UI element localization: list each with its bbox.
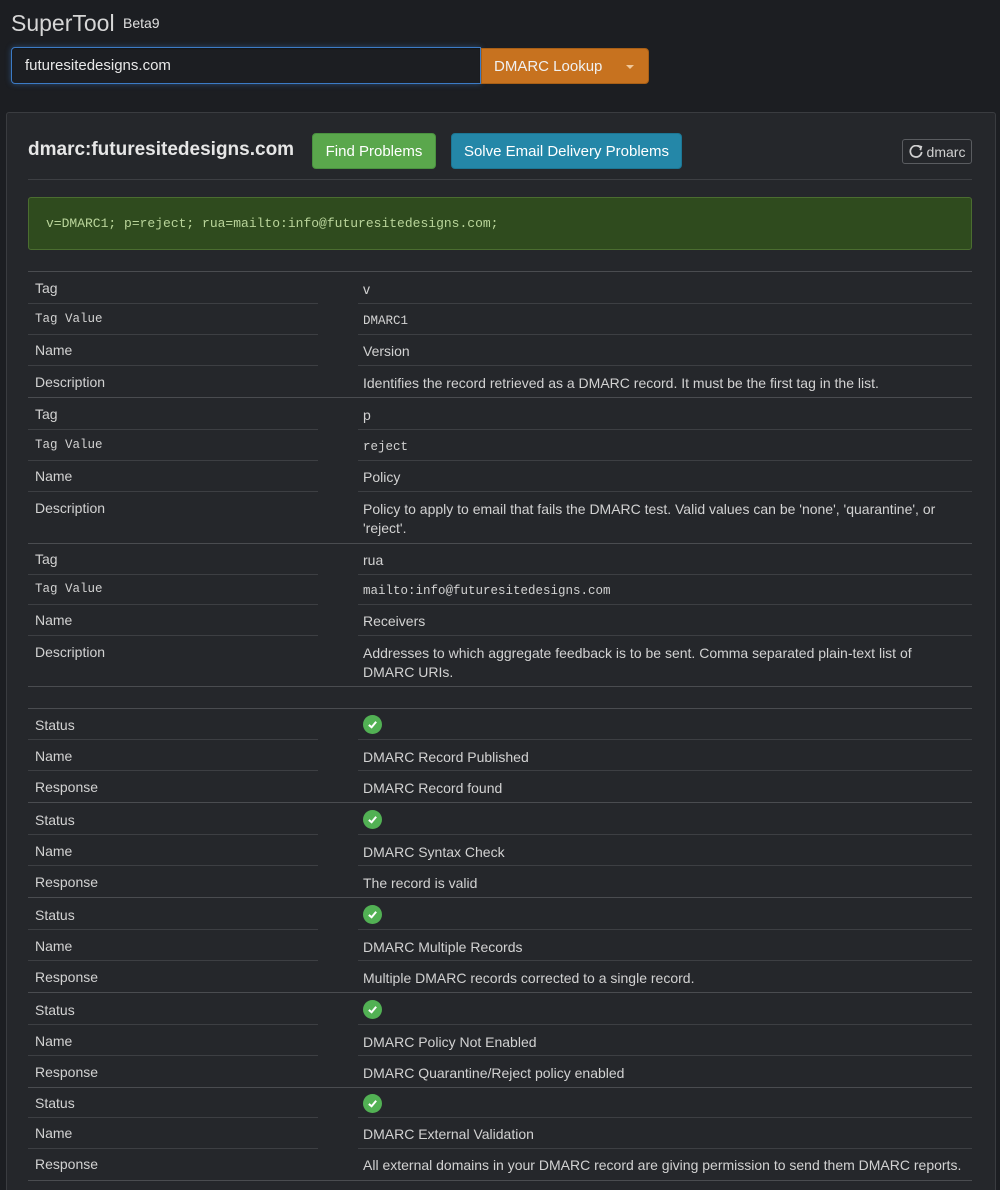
row-value: DMARC Record Published xyxy=(363,749,529,765)
caret-down-icon[interactable] xyxy=(626,65,634,69)
row-value: reject xyxy=(363,440,409,454)
row-key: Name xyxy=(35,342,73,358)
row-key: Response xyxy=(35,969,99,985)
row-key: Status xyxy=(35,812,75,828)
solve-email-delivery-button[interactable]: Solve Email Delivery Problems xyxy=(451,133,682,169)
row-key: Status xyxy=(35,717,75,733)
row-value: DMARC External Validation xyxy=(363,1126,534,1142)
dmarc-lookup-button[interactable]: DMARC Lookup xyxy=(481,48,649,84)
divider xyxy=(28,271,972,272)
row-key: Tag Value xyxy=(35,438,103,452)
refresh-label: dmarc xyxy=(926,143,966,160)
row-value: p xyxy=(363,407,371,423)
row-key: Description xyxy=(35,374,106,390)
row-value: Version xyxy=(363,343,410,359)
find-problems-button[interactable]: Find Problems xyxy=(312,133,436,169)
row-key: Name xyxy=(35,748,73,764)
row-value: v xyxy=(363,281,370,297)
check-circle-icon xyxy=(363,1000,382,1019)
row-key: Tag xyxy=(35,406,58,422)
row-key: Tag xyxy=(35,280,58,296)
check-circle-icon xyxy=(363,1094,382,1113)
divider xyxy=(28,179,972,180)
dmarc-record: v=DMARC1; p=reject; rua=mailto:info@futu… xyxy=(28,197,972,250)
row-value: Identifies the record retrieved as a DMA… xyxy=(363,375,879,391)
row-value: mailto:info@futuresitedesigns.com xyxy=(363,584,611,598)
row-key: Response xyxy=(35,1156,99,1172)
row-key: Description xyxy=(35,500,106,516)
refresh-button[interactable]: dmarc xyxy=(902,139,972,164)
dmarc-lookup-label: DMARC Lookup xyxy=(494,57,603,75)
app-badge: Beta9 xyxy=(123,15,160,31)
check-circle-icon xyxy=(363,905,382,924)
row-value: DMARC Record found xyxy=(363,780,503,796)
row-key: Name xyxy=(35,612,73,628)
row-value: Receivers xyxy=(363,613,426,629)
row-value: rua xyxy=(363,552,384,568)
row-key: Name xyxy=(35,1033,73,1049)
row-key: Tag Value xyxy=(35,312,103,326)
row-key: Response xyxy=(35,1064,99,1080)
check-circle-icon xyxy=(363,715,382,734)
row-value: DMARC Syntax Check xyxy=(363,844,505,860)
top-bar: SuperTool Beta9 DMARC Lookup xyxy=(0,0,1000,96)
row-key: Name xyxy=(35,843,73,859)
row-value: DMARC1 xyxy=(363,314,409,328)
row-key: Response xyxy=(35,874,99,890)
row-key: Name xyxy=(35,938,73,954)
row-key: Status xyxy=(35,1095,75,1111)
row-value: Multiple DMARC records corrected to a si… xyxy=(363,970,695,986)
row-value: DMARC Policy Not Enabled xyxy=(363,1034,537,1050)
row-key: Status xyxy=(35,907,75,923)
app-title: SuperTool xyxy=(11,10,115,36)
row-key: Tag Value xyxy=(35,582,103,596)
row-value: Policy xyxy=(363,469,401,485)
row-key: Response xyxy=(35,779,99,795)
row-value: The record is valid xyxy=(363,875,478,891)
check-circle-icon xyxy=(363,810,382,829)
row-value: DMARC Multiple Records xyxy=(363,939,523,955)
row-key: Description xyxy=(35,644,106,660)
row-value: DMARC Quarantine/Reject policy enabled xyxy=(363,1065,625,1081)
domain-search-input[interactable] xyxy=(11,47,481,84)
page-title: dmarc:futuresitedesigns.com xyxy=(28,139,295,160)
row-key: Name xyxy=(35,468,73,484)
row-value: Policy to apply to email that fails the … xyxy=(363,501,936,536)
row-key: Tag xyxy=(35,551,58,567)
row-value: All external domains in your DMARC recor… xyxy=(363,1157,962,1173)
row-key: Name xyxy=(35,1125,73,1141)
row-value: Addresses to which aggregate feedback is… xyxy=(363,645,912,680)
row-key: Status xyxy=(35,1002,75,1018)
refresh-icon xyxy=(909,144,923,158)
